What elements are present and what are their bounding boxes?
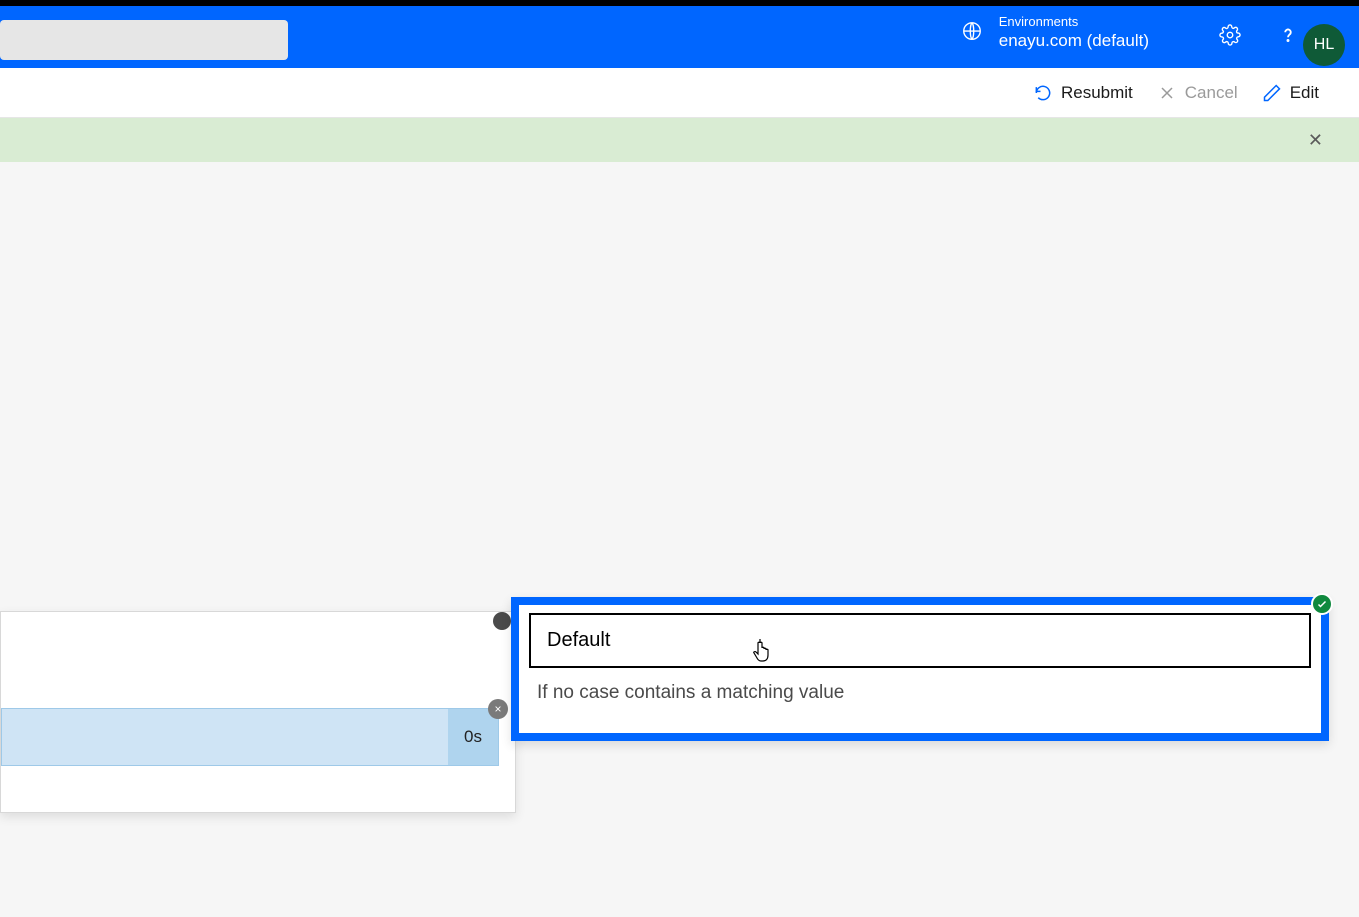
help-icon[interactable] bbox=[1277, 24, 1299, 51]
case-card[interactable]: 0s × bbox=[0, 611, 516, 813]
environment-label: Environments bbox=[999, 14, 1149, 30]
action-duration: 0s bbox=[448, 709, 498, 765]
app-header: Environments enayu.com (default) HL bbox=[0, 6, 1359, 68]
default-case-title[interactable]: Default bbox=[529, 613, 1311, 668]
environment-name: enayu.com (default) bbox=[999, 30, 1149, 52]
environment-picker[interactable]: Environments enayu.com (default) bbox=[961, 14, 1149, 52]
status-dot-icon bbox=[493, 612, 511, 630]
settings-icon[interactable] bbox=[1219, 24, 1241, 51]
cancel-label: Cancel bbox=[1185, 83, 1238, 103]
environment-text: Environments enayu.com (default) bbox=[999, 14, 1149, 52]
command-bar: Resubmit Cancel Edit bbox=[0, 68, 1359, 118]
edit-label: Edit bbox=[1290, 83, 1319, 103]
resubmit-button[interactable]: Resubmit bbox=[1033, 83, 1133, 103]
default-case-description: If no case contains a matching value bbox=[537, 682, 1303, 704]
avatar[interactable]: HL bbox=[1303, 24, 1345, 66]
resubmit-label: Resubmit bbox=[1061, 83, 1133, 103]
close-icon[interactable]: ✕ bbox=[1308, 130, 1323, 151]
nested-action[interactable]: 0s × bbox=[1, 708, 499, 766]
success-check-icon bbox=[1311, 593, 1333, 615]
search-input[interactable] bbox=[0, 20, 288, 60]
cancel-button: Cancel bbox=[1157, 83, 1238, 103]
edit-button[interactable]: Edit bbox=[1262, 83, 1319, 103]
avatar-initials: HL bbox=[1314, 36, 1334, 54]
globe-icon bbox=[961, 20, 983, 47]
close-circle-icon[interactable]: × bbox=[488, 699, 508, 719]
default-case-card[interactable]: Default If no case contains a matching v… bbox=[511, 597, 1329, 741]
success-banner: ✕ bbox=[0, 118, 1359, 162]
header-icons bbox=[1219, 24, 1299, 51]
